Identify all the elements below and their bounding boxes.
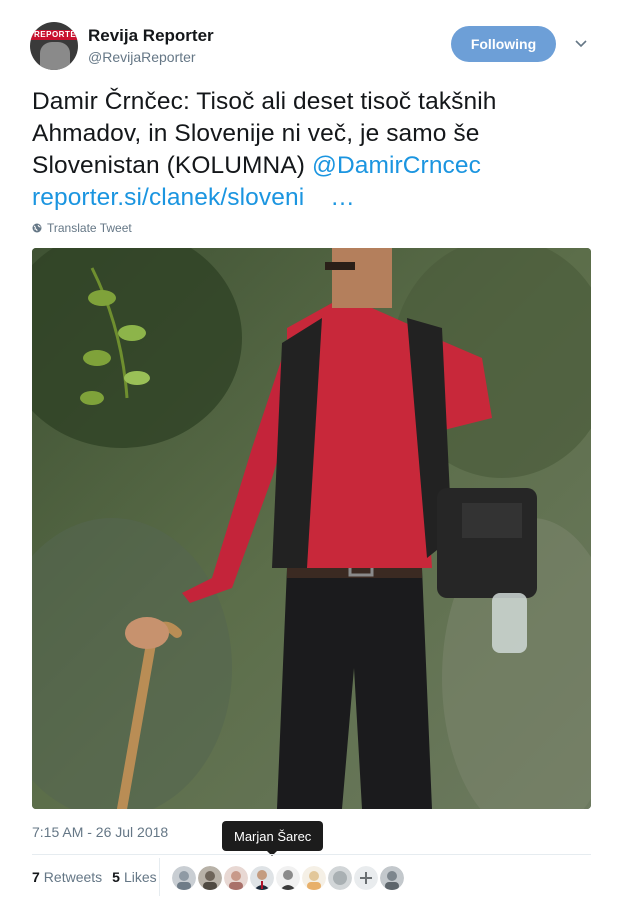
liker-avatar[interactable]: [354, 866, 378, 890]
chevron-down-icon[interactable]: [573, 36, 589, 52]
liker-avatar[interactable]: [172, 866, 196, 890]
likes-label: Likes: [123, 869, 157, 885]
divider: [32, 854, 591, 855]
translate-label: Translate Tweet: [47, 221, 132, 235]
liker-avatar[interactable]: [198, 866, 222, 890]
retweets-count: 7: [32, 869, 40, 885]
liker-avatar[interactable]: [328, 866, 352, 890]
avatar-photo: [40, 42, 70, 70]
globe-icon: [32, 223, 42, 233]
tweet-stats: 7 Retweets 5 Likes: [32, 869, 157, 885]
avatar-logo-text: REPORTER: [34, 30, 78, 39]
translate-tweet-button[interactable]: Translate Tweet: [32, 221, 132, 235]
mention-link[interactable]: @DamirCrncec: [312, 152, 481, 179]
liker-avatar[interactable]: [302, 866, 326, 890]
tooltip-arrow: [266, 850, 278, 856]
tweet-text: Damir Črnčec: Tisoč ali deset tisoč takš…: [32, 86, 592, 214]
display-name[interactable]: Revija Reporter: [88, 26, 214, 46]
url-line: reporter.si/clanek/sloveni …: [32, 182, 592, 214]
liker-avatar[interactable]: [250, 866, 274, 890]
photo-illustration: [32, 248, 591, 809]
retweets-label: Retweets: [43, 869, 103, 885]
article-link-ellipsis[interactable]: …: [330, 184, 355, 211]
stats-separator: [159, 858, 160, 896]
liker-tooltip: Marjan Šarec: [222, 821, 324, 851]
account-avatar[interactable]: REPORTER: [30, 22, 78, 70]
following-button[interactable]: Following: [451, 26, 556, 62]
likes-count: 5: [112, 869, 120, 885]
liker-avatar[interactable]: [224, 866, 248, 890]
liker-avatar[interactable]: [276, 866, 300, 890]
tweet-photo[interactable]: [32, 248, 591, 809]
likes-stat[interactable]: 5 Likes: [112, 869, 156, 885]
article-link[interactable]: reporter.si/clanek/sloveni: [32, 184, 304, 211]
account-handle[interactable]: @RevijaReporter: [88, 49, 196, 65]
likers-avatar-row: [172, 866, 404, 890]
liker-avatar[interactable]: [380, 866, 404, 890]
retweets-stat[interactable]: 7 Retweets: [32, 869, 102, 885]
tweet-timestamp[interactable]: 7:15 AM - 26 Jul 2018: [32, 824, 168, 840]
